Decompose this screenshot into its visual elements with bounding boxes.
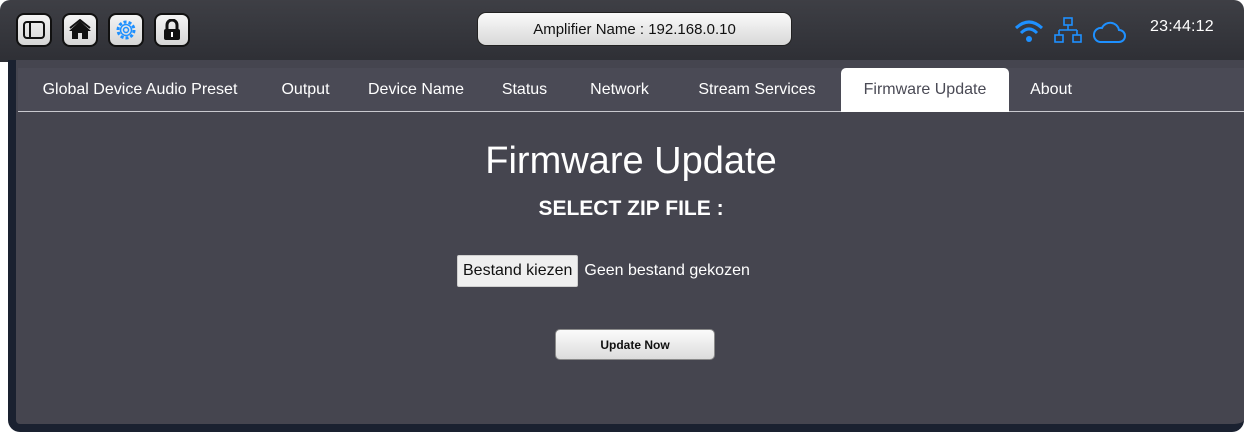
app-window: Amplifier Name : 192.168.0.10 23:44:12 G… <box>0 0 1244 432</box>
network-icon <box>1054 17 1082 43</box>
tab-output[interactable]: Output <box>262 68 349 112</box>
home-icon <box>69 19 91 39</box>
gear-icon <box>116 20 136 40</box>
sidebar-toggle-icon <box>23 21 45 39</box>
lock-icon <box>164 19 180 40</box>
choose-file-button[interactable]: Bestand kiezen <box>457 255 579 287</box>
tab-global-device-audio-preset[interactable]: Global Device Audio Preset <box>18 68 262 112</box>
file-status-text: Geen bestand gekozen <box>584 262 750 279</box>
cloud-icon <box>1092 21 1126 43</box>
content-panel <box>8 60 1244 432</box>
lock-button[interactable] <box>154 13 190 47</box>
page-title: Firmware Update <box>485 140 777 182</box>
settings-button[interactable] <box>108 13 144 47</box>
wifi-icon <box>1014 20 1044 42</box>
tab-about[interactable]: About <box>1009 68 1093 112</box>
tab-status[interactable]: Status <box>483 68 566 112</box>
tab-device-name[interactable]: Device Name <box>349 68 483 112</box>
top-toolbar: Amplifier Name : 192.168.0.10 23:44:12 <box>0 0 1244 62</box>
tab-network[interactable]: Network <box>566 68 673 112</box>
home-button[interactable] <box>62 13 98 47</box>
tab-stream-services[interactable]: Stream Services <box>673 68 841 112</box>
clock: 23:44:12 <box>1150 18 1214 35</box>
sidebar-toggle-button[interactable] <box>16 13 52 47</box>
amplifier-name-display[interactable]: Amplifier Name : 192.168.0.10 <box>477 12 792 46</box>
file-picker: Bestand kiezen Geen bestand gekozen <box>457 255 750 287</box>
page-subtitle: SELECT ZIP FILE : <box>538 197 724 220</box>
tab-firmware-update[interactable]: Firmware Update <box>841 68 1009 112</box>
update-now-button[interactable]: Update Now <box>555 329 715 360</box>
tab-bar: Global Device Audio Preset Output Device… <box>18 68 1244 112</box>
